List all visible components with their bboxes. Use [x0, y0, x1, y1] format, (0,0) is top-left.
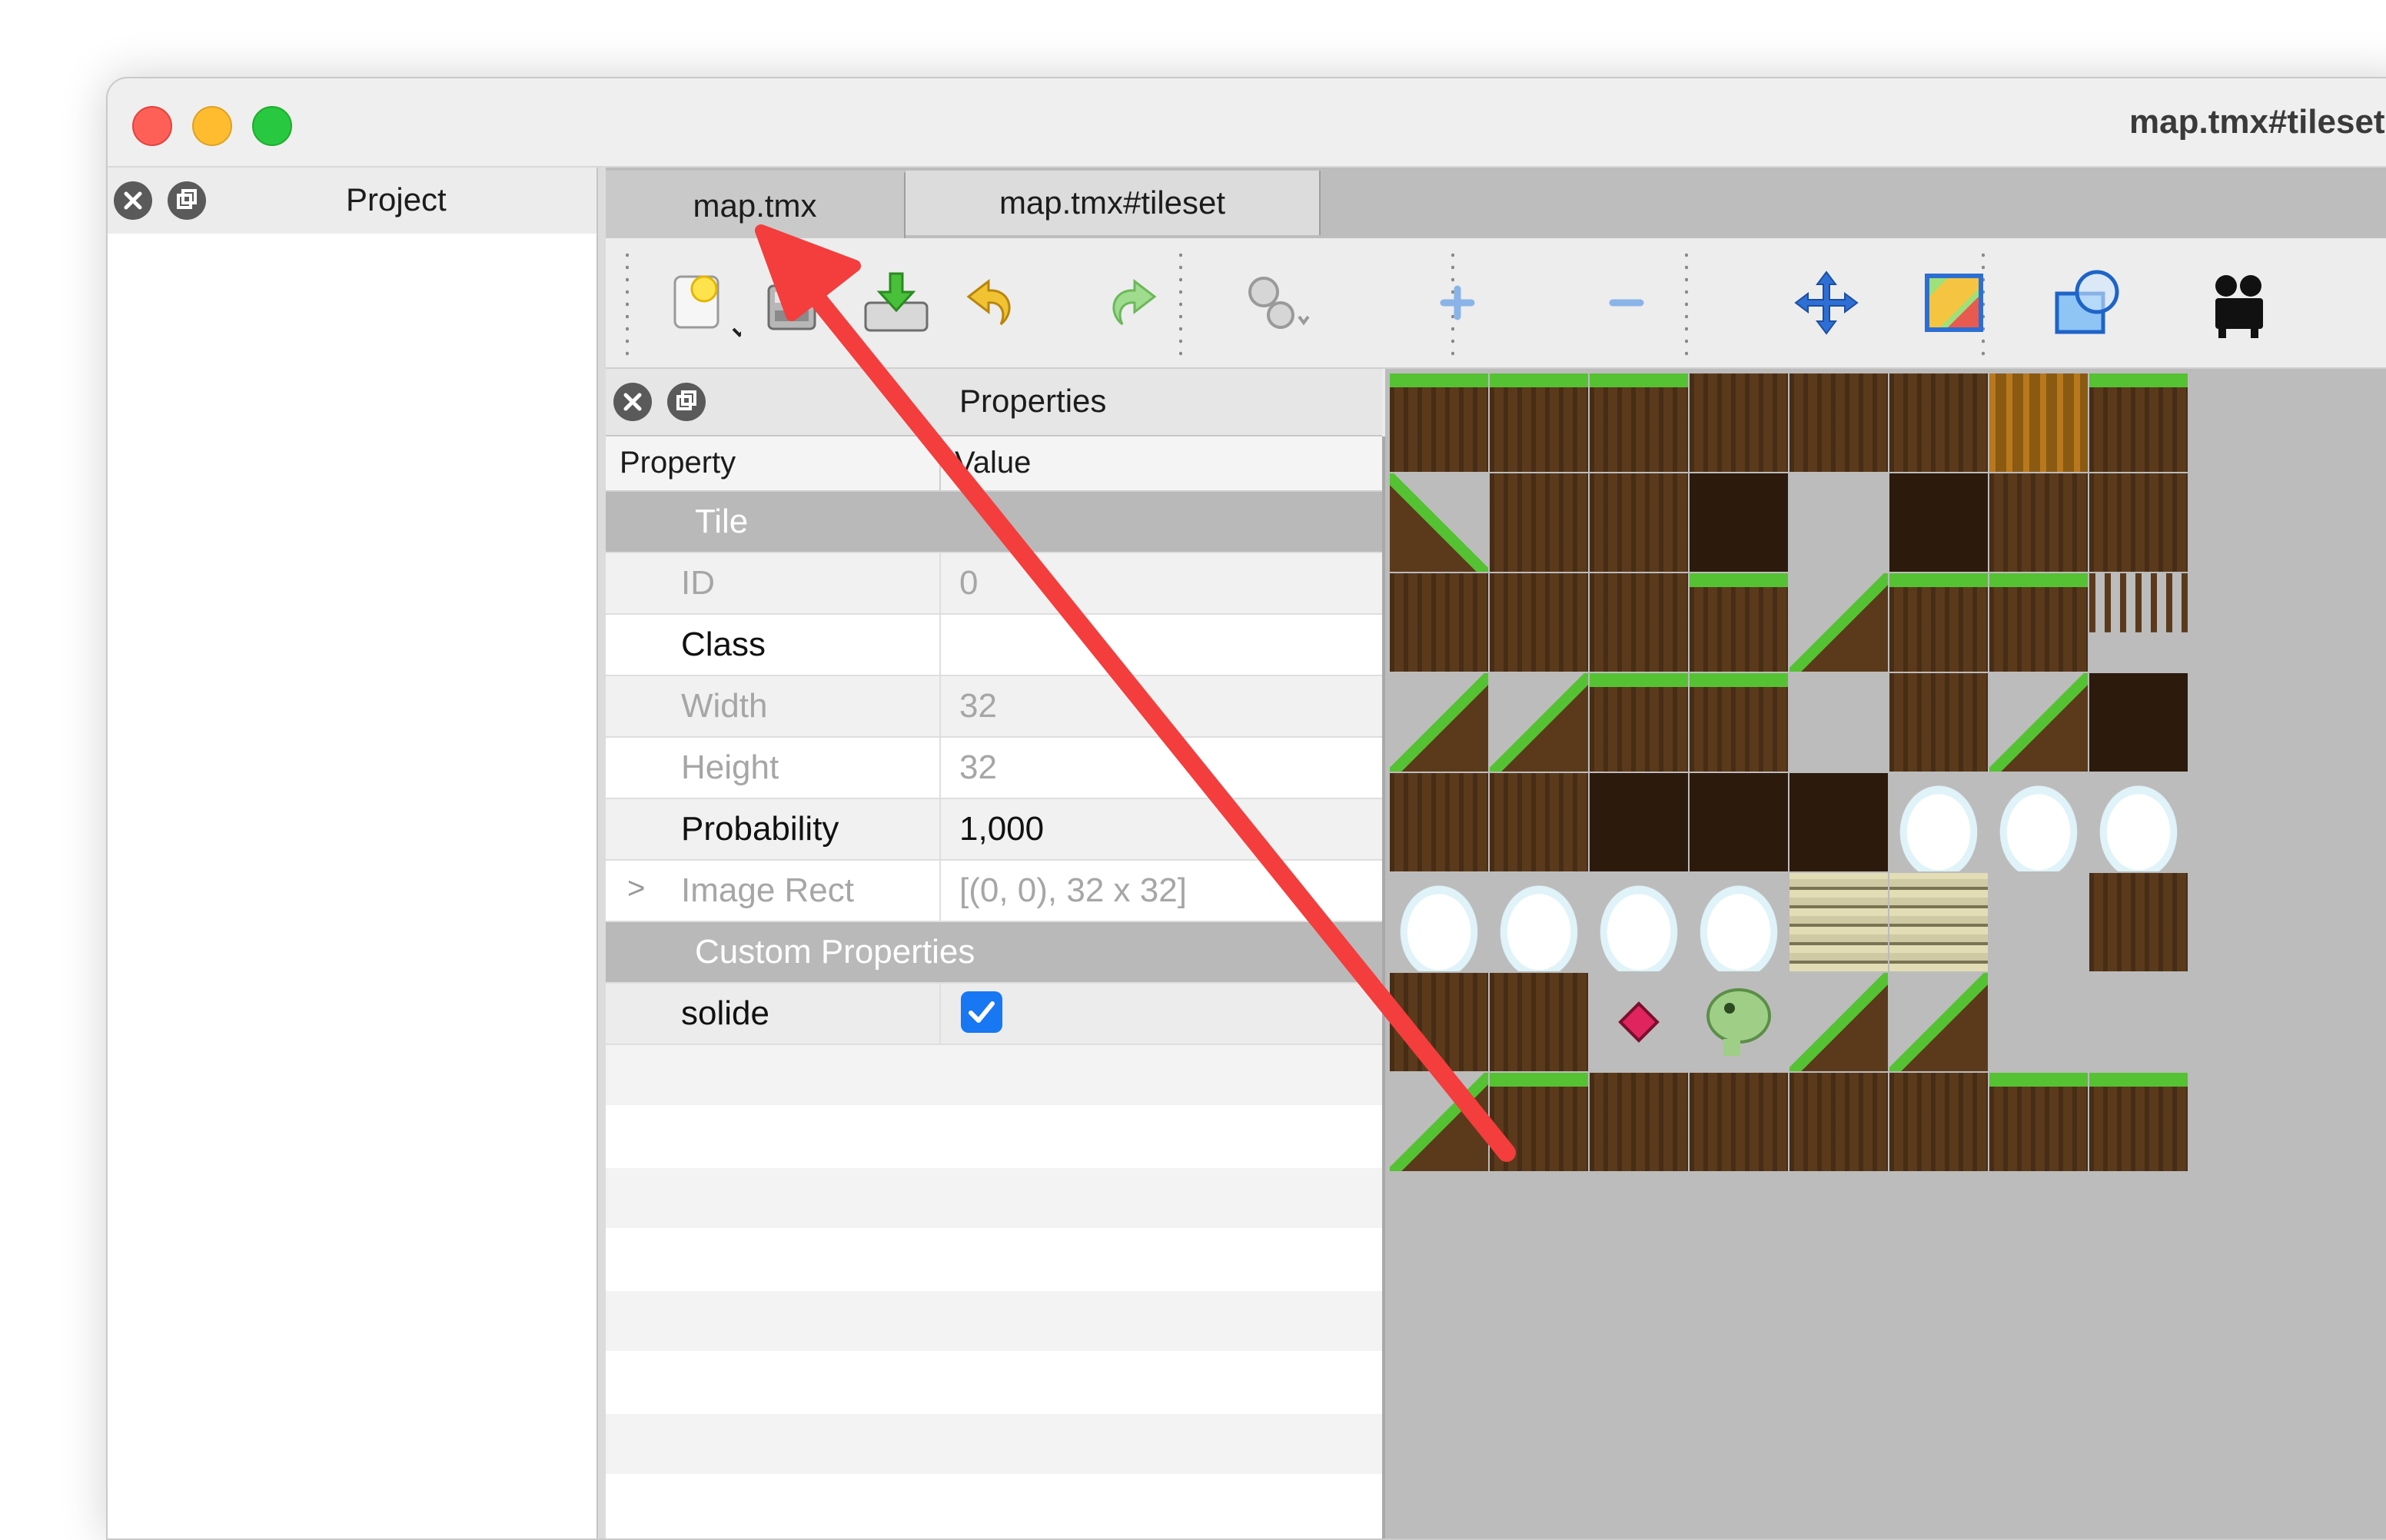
annotation-arrow — [755, 224, 1516, 1162]
